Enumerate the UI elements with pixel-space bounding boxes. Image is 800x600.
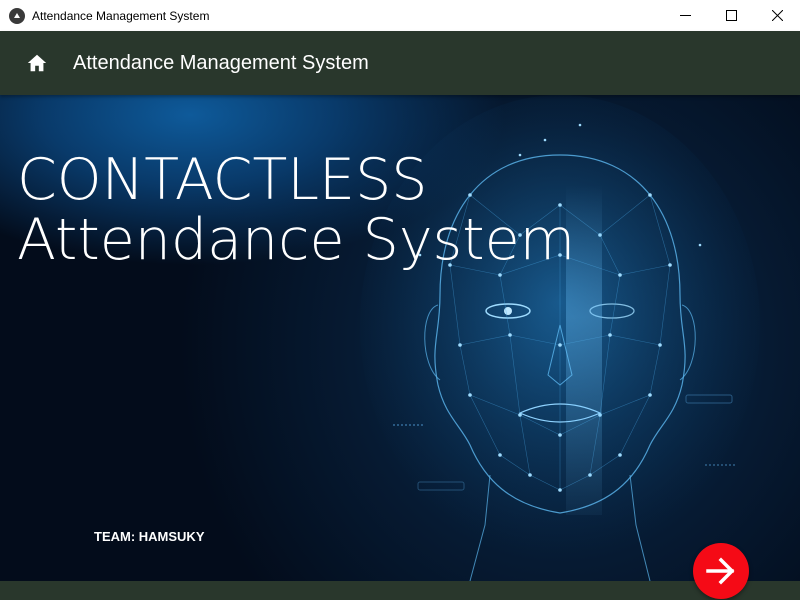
headline-line-1: CONTACTLESS xyxy=(17,147,428,213)
headline-line-2: Attendance System xyxy=(17,207,576,273)
minimize-icon xyxy=(679,15,691,16)
arrow-right-icon xyxy=(706,557,735,585)
home-button[interactable] xyxy=(13,39,61,87)
window-controls xyxy=(662,0,800,31)
close-icon xyxy=(771,10,783,21)
minimize-button[interactable] xyxy=(662,0,708,31)
team-label: TEAM: HAMSUKY xyxy=(94,529,205,544)
maximize-icon xyxy=(725,10,737,21)
hero-headline: CONTACTLESS Attendance System xyxy=(17,150,575,270)
bottom-bar xyxy=(0,581,800,600)
app-toolbar: Attendance Management System xyxy=(0,31,800,95)
hero-banner: CONTACTLESS Attendance System TEAM: HAMS… xyxy=(0,95,800,581)
home-icon xyxy=(27,54,47,72)
window-title: Attendance Management System xyxy=(32,8,210,23)
app-icon xyxy=(9,7,25,24)
toolbar-title: Attendance Management System xyxy=(73,51,369,74)
next-button[interactable] xyxy=(693,543,749,599)
window-titlebar: Attendance Management System xyxy=(0,0,800,31)
maximize-button[interactable] xyxy=(708,0,754,31)
close-button[interactable] xyxy=(754,0,800,31)
